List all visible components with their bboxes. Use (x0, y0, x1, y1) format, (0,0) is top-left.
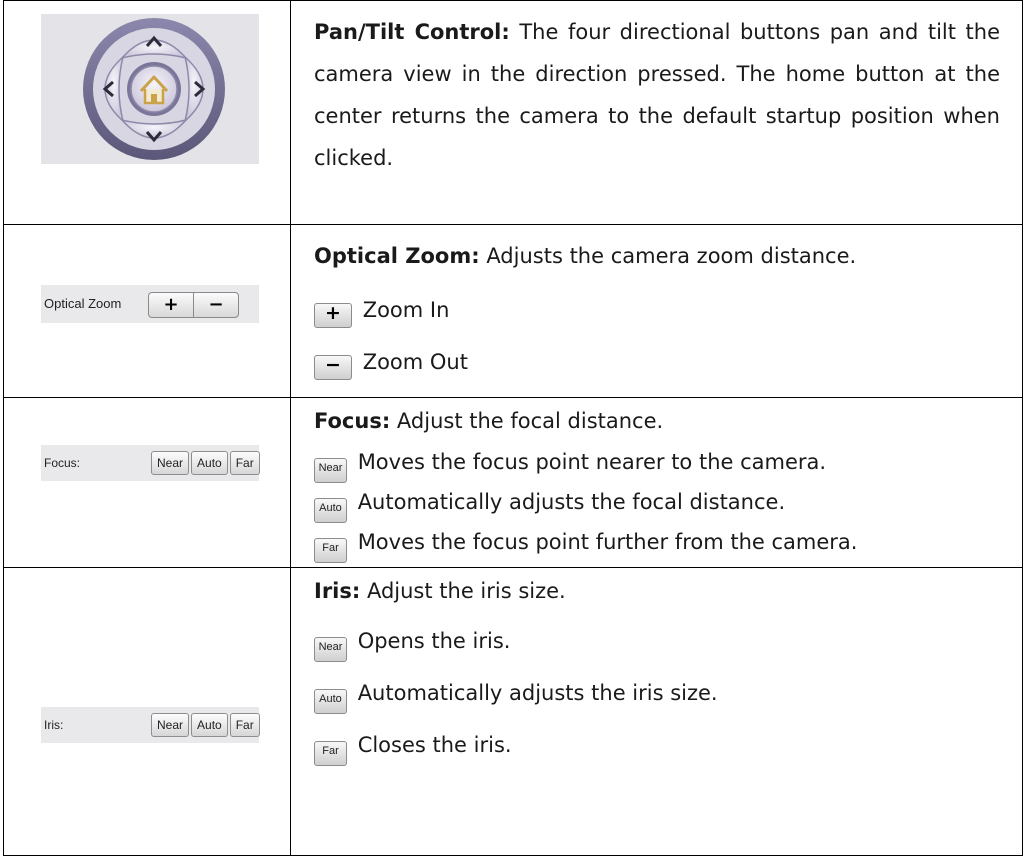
controls-table: Pan/Tilt Control: The four directional b… (3, 0, 1023, 856)
zoom-out-icon: − (314, 355, 352, 380)
zoom-text: Adjusts the camera zoom distance. (486, 244, 857, 268)
iris-button-group: Near Auto Far (149, 713, 260, 737)
zoom-out-button[interactable]: − (193, 293, 238, 317)
row-focus: Focus: Near Auto Far Focus: Adjust the f… (3, 397, 1023, 568)
iris-auto-text: Automatically adjusts the iris size. (357, 681, 718, 705)
focus-text: Adjust the focal distance. (396, 409, 664, 433)
focus-widget: Focus: Near Auto Far (41, 445, 260, 481)
pan-tilt-description: Pan/Tilt Control: The four directional b… (290, 0, 1023, 225)
zoom-out-text: Zoom Out (362, 350, 468, 374)
iris-near-text: Opens the iris. (357, 629, 511, 653)
iris-far-button[interactable]: Far (229, 713, 260, 737)
focus-widget-cell: Focus: Near Auto Far (3, 397, 291, 568)
focus-near-icon: Near (314, 458, 347, 483)
focus-auto-button[interactable]: Auto (191, 451, 228, 475)
zoom-in-icon: + (314, 303, 352, 328)
iris-auto-icon: Auto (314, 689, 347, 714)
iris-label: Iris: (314, 579, 361, 603)
zoom-description: Optical Zoom: Adjusts the camera zoom di… (290, 224, 1023, 398)
iris-auto-button[interactable]: Auto (191, 713, 228, 737)
iris-widget: Iris: Near Auto Far (41, 707, 260, 743)
zoom-widget: Optical Zoom + − (41, 285, 259, 323)
pan-tilt-widget-cell (3, 0, 291, 225)
focus-caption: Focus: (44, 456, 81, 470)
focus-label: Focus: (314, 409, 391, 433)
iris-far-icon: Far (314, 741, 347, 766)
iris-description: Iris: Adjust the iris size. Near Opens t… (290, 567, 1023, 856)
pan-tilt-label: Pan/Tilt Control: (314, 20, 510, 44)
focus-auto-icon: Auto (314, 498, 347, 523)
zoom-label: Optical Zoom: (314, 244, 480, 268)
focus-button-group: Near Auto Far (149, 451, 260, 475)
focus-far-text: Moves the focus point further from the c… (357, 530, 858, 554)
zoom-button-group: + − (148, 292, 239, 318)
iris-far-text: Closes the iris. (357, 733, 512, 757)
zoom-in-button[interactable]: + (149, 293, 193, 317)
iris-near-icon: Near (314, 637, 347, 662)
iris-text: Adjust the iris size. (366, 579, 566, 603)
focus-auto-text: Automatically adjusts the focal distance… (357, 490, 786, 514)
row-optical-zoom: Optical Zoom + − Optical Zoom: Adjusts t… (3, 224, 1023, 398)
focus-near-button[interactable]: Near (151, 451, 190, 475)
focus-far-icon: Far (314, 538, 347, 563)
iris-widget-cell: Iris: Near Auto Far (3, 567, 291, 856)
focus-description: Focus: Adjust the focal distance. Near M… (290, 397, 1023, 568)
row-pan-tilt: Pan/Tilt Control: The four directional b… (3, 0, 1023, 225)
row-iris: Iris: Near Auto Far Iris: Adjust the iri… (3, 567, 1023, 856)
home-button[interactable] (127, 62, 181, 116)
pan-tilt-widget (41, 14, 259, 164)
zoom-in-text: Zoom In (362, 298, 450, 322)
focus-far-button[interactable]: Far (229, 451, 260, 475)
iris-near-button[interactable]: Near (151, 713, 190, 737)
focus-near-text: Moves the focus point nearer to the came… (357, 450, 827, 474)
iris-caption: Iris: (44, 718, 64, 732)
zoom-widget-cell: Optical Zoom + − (3, 224, 291, 398)
zoom-caption: Optical Zoom (44, 296, 122, 311)
